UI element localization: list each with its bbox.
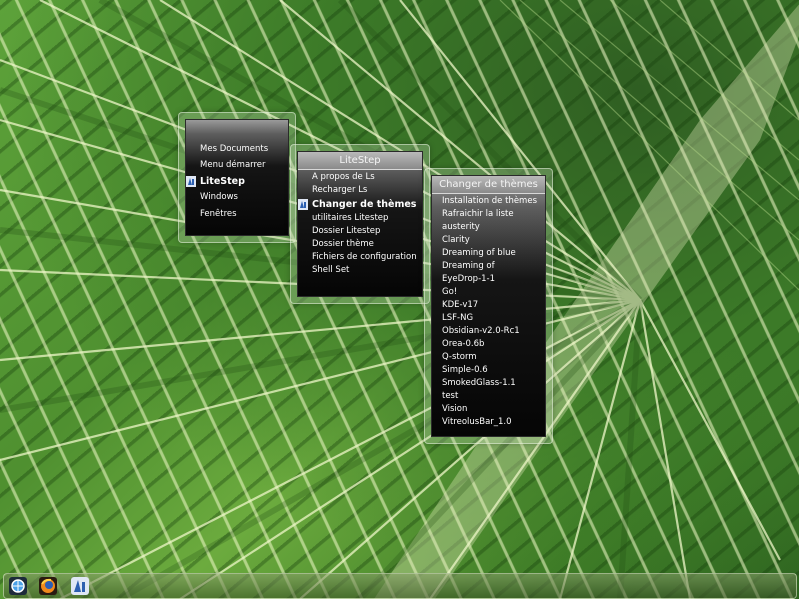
submenu-title: Changer de thèmes xyxy=(432,176,545,194)
menu-item-litestep[interactable]: LiteStep xyxy=(186,175,288,188)
theme-item[interactable]: Obsidian-v2.0-Rc1 xyxy=(432,325,545,338)
menu-item-label: EyeDrop-1-1 xyxy=(442,274,496,284)
theme-item[interactable]: Go! xyxy=(432,286,545,299)
menu-item-mes-documents[interactable]: Mes Documents xyxy=(186,143,288,156)
menu-item-label: VitreolusBar_1.0 xyxy=(442,417,512,427)
litestep-logo-icon xyxy=(186,176,196,187)
menu-item-label: Obsidian-v2.0-Rc1 xyxy=(442,326,520,336)
themes-submenu: Changer de thèmes Installation de thèmes… xyxy=(424,168,553,444)
theme-item[interactable]: austerity xyxy=(432,221,545,234)
theme-item[interactable]: Dreaming of xyxy=(432,260,545,273)
menu-item-label: LiteStep xyxy=(200,176,245,187)
menu-item-label: Orea-0.6b xyxy=(442,339,485,349)
menu-item-label: Windows xyxy=(200,192,238,202)
menu-item-label: Shell Set xyxy=(312,265,350,275)
menu-item-label: Recharger Ls xyxy=(312,185,368,195)
theme-item[interactable]: test xyxy=(432,390,545,403)
theme-item[interactable]: SmokedGlass-1.1 xyxy=(432,377,545,390)
theme-item[interactable]: Vision xyxy=(432,403,545,416)
menu-item-shell-set[interactable]: Shell Set xyxy=(298,264,422,277)
menu-item-installation[interactable]: Installation de thèmes xyxy=(432,195,545,208)
taskbar-button-firefox[interactable] xyxy=(39,577,57,595)
taskbar xyxy=(3,573,797,599)
menu-item-recharger[interactable]: Recharger Ls xyxy=(298,184,422,197)
menu-item-label: Q-storm xyxy=(442,352,477,362)
menu-item-label: test xyxy=(442,391,459,401)
firefox-icon xyxy=(41,578,55,593)
litestep-logo-icon xyxy=(74,580,85,592)
menu-item-windows[interactable]: Windows xyxy=(186,191,288,204)
menu-item-label: Simple-0.6 xyxy=(442,365,488,375)
main-menu-panel: Mes Documents Menu démarrer LiteStep Win… xyxy=(185,119,289,236)
menu-item-label: KDE-v17 xyxy=(442,300,479,310)
theme-item[interactable]: Clarity xyxy=(432,234,545,247)
menu-item-label: Fenêtres xyxy=(200,209,237,219)
taskbar-button-litestep-globe[interactable] xyxy=(9,577,27,595)
menu-item-label: Menu démarrer xyxy=(200,160,266,170)
theme-item[interactable]: Dreaming of blue xyxy=(432,247,545,260)
menu-item-label: Mes Documents xyxy=(200,144,269,154)
menu-item-label: austerity xyxy=(442,222,480,232)
theme-item[interactable]: Orea-0.6b xyxy=(432,338,545,351)
litestep-logo-icon xyxy=(298,199,308,210)
menu-item-label: Dreaming of xyxy=(442,261,495,271)
theme-item[interactable]: EyeDrop-1-1 xyxy=(432,273,545,286)
menu-item-label: utilitaires Litestep xyxy=(312,213,389,223)
menu-item-label: Installation de thèmes xyxy=(442,196,537,206)
menu-item-label: A propos de Ls xyxy=(312,172,375,182)
themes-submenu-panel: Changer de thèmes Installation de thèmes… xyxy=(431,175,546,437)
theme-item[interactable]: Q-storm xyxy=(432,351,545,364)
menu-item-label: Dossier thème xyxy=(312,239,374,249)
menu-item-label: SmokedGlass-1.1 xyxy=(442,378,516,388)
menu-item-label: Dossier Litestep xyxy=(312,226,381,236)
theme-item[interactable]: LSF-NG xyxy=(432,312,545,325)
menu-item-dossier-theme[interactable]: Dossier thème xyxy=(298,238,422,251)
menu-item-changer-de-themes[interactable]: Changer de thèmes xyxy=(298,198,422,211)
menu-item-fichiers-config[interactable]: Fichiers de configuration xyxy=(298,251,422,264)
litestep-globe-icon xyxy=(11,579,25,593)
main-menu: Mes Documents Menu démarrer LiteStep Win… xyxy=(178,112,296,243)
menu-item-label: Clarity xyxy=(442,235,470,245)
litestep-submenu-panel: LiteStep A propos de Ls Recharger Ls Cha… xyxy=(297,151,423,297)
menu-item-label: Vision xyxy=(442,404,468,414)
menu-item-utilitaires[interactable]: utilitaires Litestep xyxy=(298,212,422,225)
theme-item[interactable]: Simple-0.6 xyxy=(432,364,545,377)
menu-item-fenetres[interactable]: Fenêtres xyxy=(186,208,288,221)
menu-item-label: Rafraichir la liste xyxy=(442,209,514,219)
menu-item-label: Changer de thèmes xyxy=(312,199,417,210)
menu-item-dossier-litestep[interactable]: Dossier Litestep xyxy=(298,225,422,238)
menu-item-label: LSF-NG xyxy=(442,313,474,323)
menu-item-label: Fichiers de configuration xyxy=(312,252,417,262)
taskbar-button-litestep[interactable] xyxy=(71,577,89,595)
menu-item-rafraichir[interactable]: Rafraichir la liste xyxy=(432,208,545,221)
submenu-title: LiteStep xyxy=(298,152,422,170)
menu-item-label: Go! xyxy=(442,287,458,297)
theme-item[interactable]: KDE-v17 xyxy=(432,299,545,312)
menu-item-a-propos[interactable]: A propos de Ls xyxy=(298,171,422,184)
theme-item[interactable]: VitreolusBar_1.0 xyxy=(432,416,545,429)
menu-item-menu-demarrer[interactable]: Menu démarrer xyxy=(186,159,288,172)
litestep-submenu: LiteStep A propos de Ls Recharger Ls Cha… xyxy=(290,144,430,304)
menu-item-label: Dreaming of blue xyxy=(442,248,516,258)
